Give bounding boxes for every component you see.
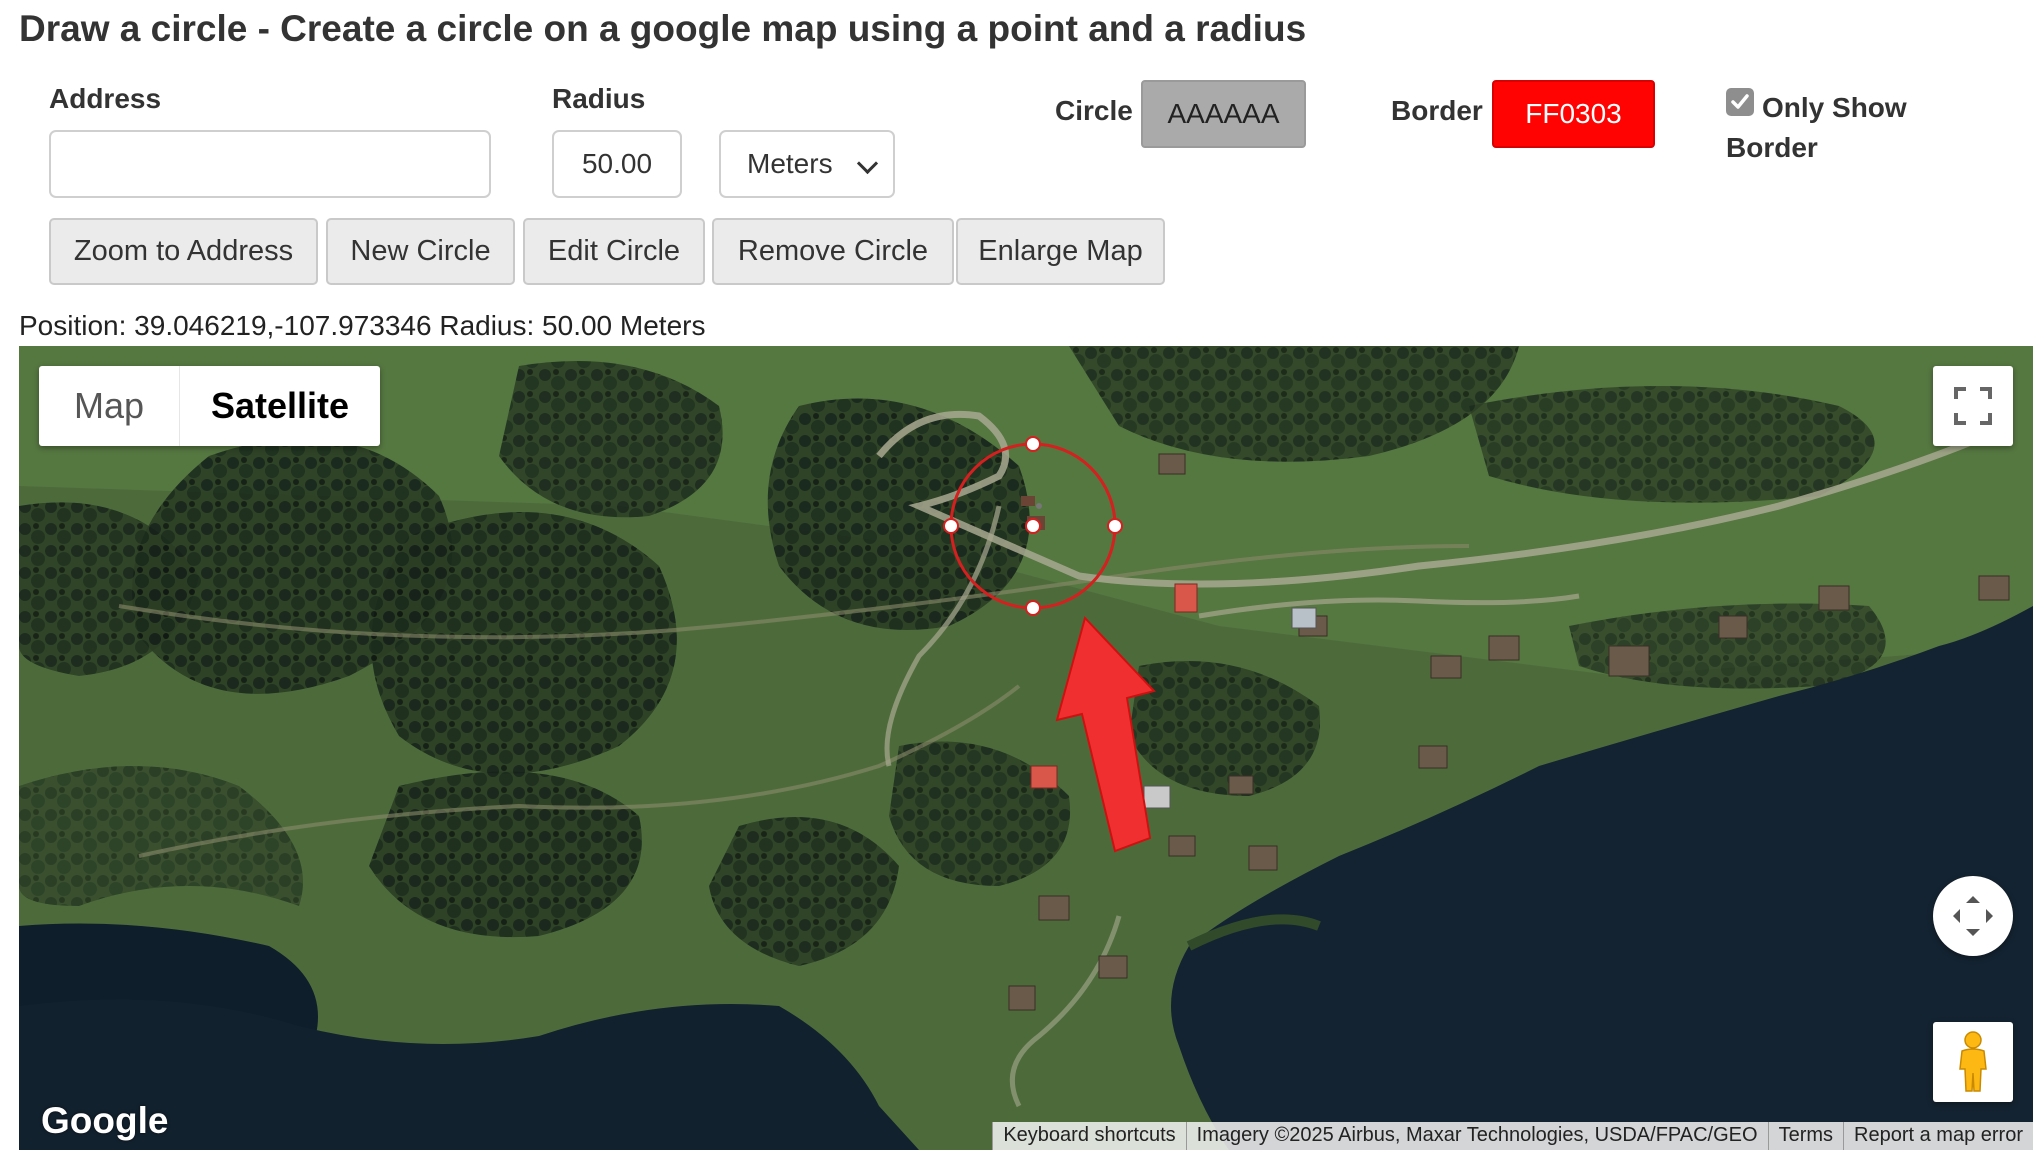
remove-circle-button[interactable]: Remove Circle	[712, 218, 954, 285]
terms-link[interactable]: Terms	[1767, 1122, 1843, 1150]
satellite-imagery	[19, 346, 2033, 1150]
map-type-map-button[interactable]: Map	[39, 366, 180, 446]
circle-color-label: Circle	[1055, 95, 1133, 126]
fullscreen-button[interactable]	[1933, 366, 2013, 446]
page-title: Draw a circle - Create a circle on a goo…	[19, 8, 1307, 49]
unit-select-value: Meters	[747, 148, 833, 179]
only-show-border-label: Only Show Border	[1726, 92, 1907, 163]
new-circle-button[interactable]: New Circle	[326, 218, 515, 285]
pegman-icon	[1959, 1031, 1987, 1092]
circle-color-picker[interactable]: AAAAAA	[1141, 80, 1306, 148]
map-type-satellite-button[interactable]: Satellite	[180, 366, 380, 446]
street-view-button[interactable]	[1933, 1022, 2013, 1102]
radius-input[interactable]	[552, 130, 682, 198]
chevron-down-icon	[856, 152, 879, 175]
report-map-error-link[interactable]: Report a map error	[1843, 1122, 2033, 1150]
circle-color-value: AAAAAA	[1167, 98, 1280, 129]
keyboard-shortcuts-link[interactable]: Keyboard shortcuts	[992, 1122, 1185, 1150]
google-logo: Google	[41, 1100, 169, 1141]
camera-control-button[interactable]	[1933, 876, 2013, 956]
border-color-label: Border	[1391, 95, 1483, 126]
map-attribution-bar: Keyboard shortcuts Imagery ©2025 Airbus,…	[992, 1122, 2033, 1150]
address-label: Address	[49, 83, 162, 114]
map-type-control: Map Satellite	[39, 366, 380, 446]
address-input[interactable]	[49, 130, 491, 198]
camera-control-icon	[1953, 896, 1993, 936]
map-canvas[interactable]: Map Satellite Google Keyboard shortcuts …	[19, 346, 2033, 1150]
zoom-to-address-button[interactable]: Zoom to Address	[49, 218, 318, 285]
edit-circle-button[interactable]: Edit Circle	[523, 218, 705, 285]
radius-label: Radius	[552, 83, 646, 114]
border-color-value: FF0303	[1525, 98, 1622, 129]
border-color-picker[interactable]: FF0303	[1492, 80, 1655, 148]
enlarge-map-button[interactable]: Enlarge Map	[956, 218, 1165, 285]
imagery-credit: Imagery ©2025 Airbus, Maxar Technologies…	[1185, 1122, 1768, 1150]
position-status: Position: 39.046219,-107.973346 Radius: …	[19, 310, 706, 341]
unit-select[interactable]: Meters	[719, 130, 895, 198]
fullscreen-icon	[1954, 387, 1992, 425]
